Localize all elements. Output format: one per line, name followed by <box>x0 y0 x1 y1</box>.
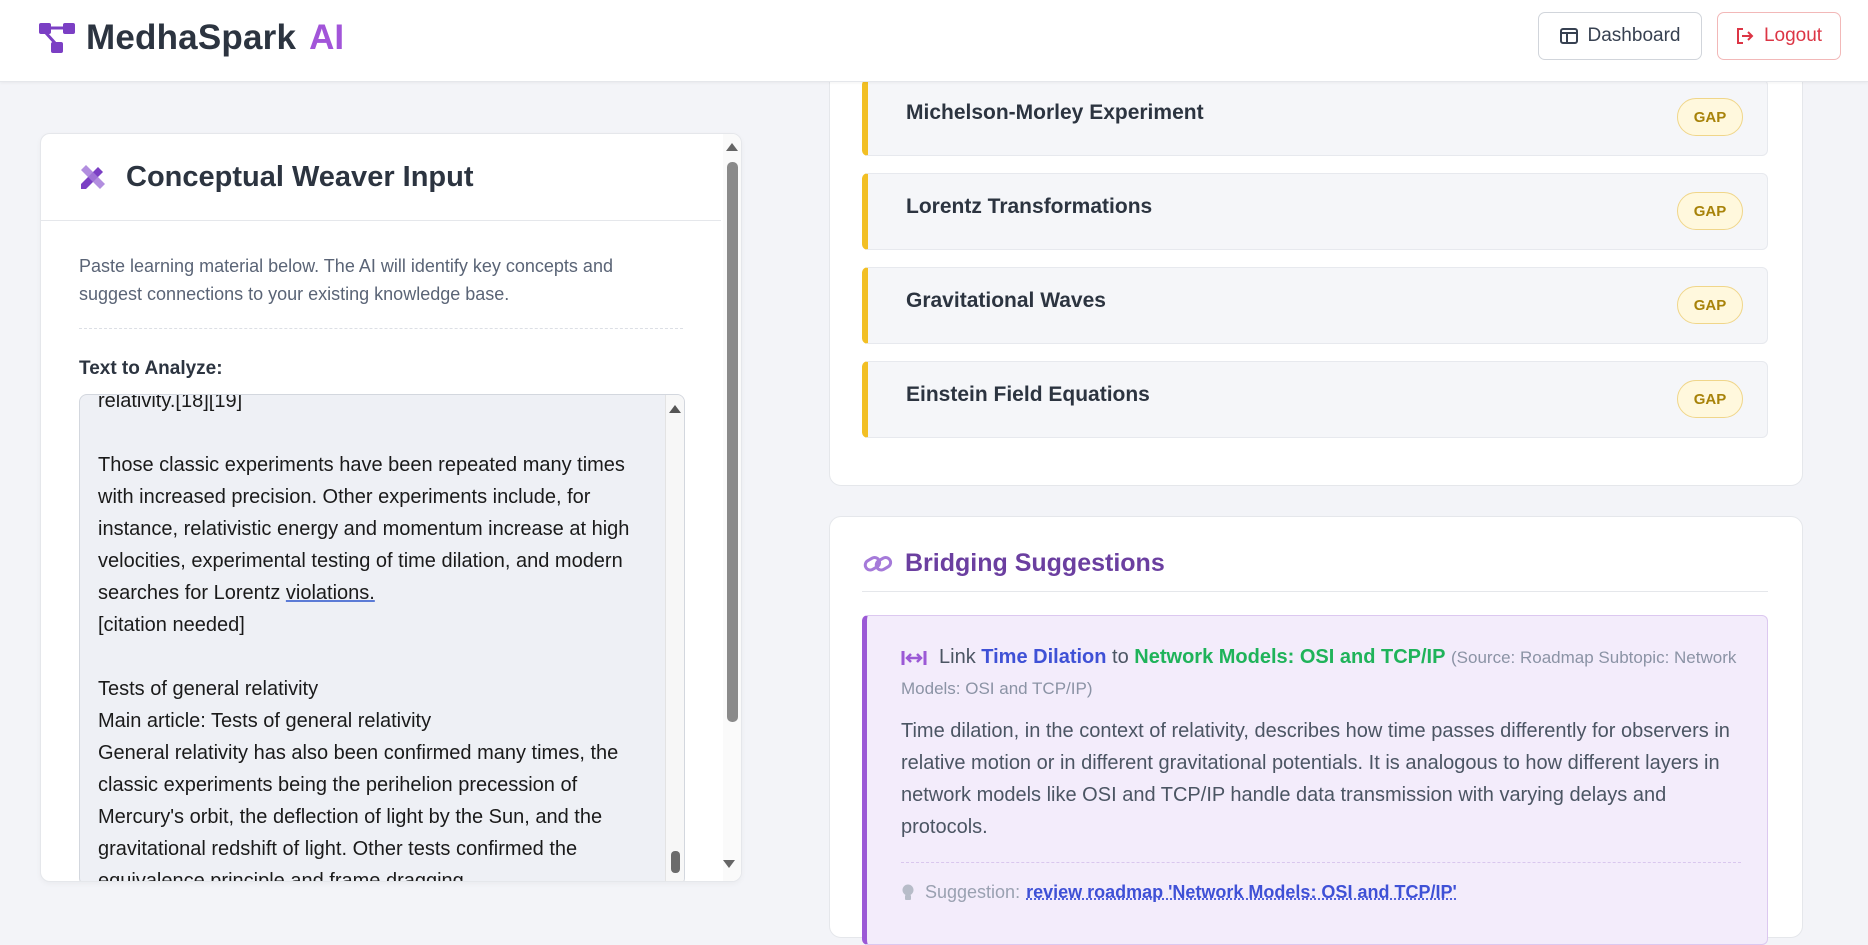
pencil-ruler-icon <box>78 162 108 192</box>
gap-name: Michelson-Morley Experiment <box>906 101 1204 125</box>
divider <box>901 862 1741 863</box>
logout-icon <box>1736 28 1754 44</box>
suggestion-body: Time dilation, in the context of relativ… <box>901 715 1751 843</box>
brand-name: MedhaSpark <box>86 18 296 58</box>
divider <box>79 328 683 329</box>
scroll-down-arrow-icon[interactable] <box>723 860 735 868</box>
gap-name: Gravitational Waves <box>906 289 1106 313</box>
text-part: relativity.[18][19] Those classic experi… <box>98 394 635 604</box>
arrows-bridge-icon <box>901 650 927 666</box>
textarea-content: relativity.[18][19] Those classic experi… <box>98 394 648 882</box>
gap-name: Einstein Field Equations <box>906 383 1150 407</box>
logout-label: Logout <box>1764 25 1822 47</box>
network-logo-icon <box>38 21 76 55</box>
bridging-suggestions-card: Bridging Suggestions Link Time Dilation … <box>829 516 1803 938</box>
panel-scrollbar[interactable] <box>723 134 741 881</box>
dashboard-label: Dashboard <box>1588 25 1681 47</box>
bridging-suggestion: Link Time Dilation to Network Models: OS… <box>862 615 1768 945</box>
knowledge-gaps-card: Michelson-Morley Experiment GAP Lorentz … <box>829 40 1803 486</box>
concept-to: Network Models: OSI and TCP/IP <box>1134 646 1445 668</box>
bridging-title: Bridging Suggestions <box>905 549 1165 578</box>
panel-header: Conceptual Weaver Input <box>41 134 721 221</box>
gap-badge: GAP <box>1677 286 1743 324</box>
divider <box>862 591 1768 592</box>
gap-name: Lorentz Transformations <box>906 195 1152 219</box>
lightbulb-icon <box>901 884 915 902</box>
text-to-analyze-label: Text to Analyze: <box>79 358 223 380</box>
logout-button[interactable]: Logout <box>1717 12 1841 60</box>
bridging-header: Bridging Suggestions <box>863 549 1165 578</box>
gap-item[interactable]: Einstein Field Equations GAP <box>862 361 1768 438</box>
analysis-textarea[interactable]: relativity.[18][19] Those classic experi… <box>79 394 685 882</box>
textarea-scroll-thumb[interactable] <box>671 851 680 873</box>
suggestion-link-line: Link Time Dilation to Network Models: OS… <box>901 642 1751 704</box>
top-navbar: MedhaSpark AI Dashboard Logout <box>0 0 1868 82</box>
conceptual-weaver-panel: Conceptual Weaver Input Paste learning m… <box>40 133 742 882</box>
link-word: Link <box>939 646 976 668</box>
dashboard-icon <box>1560 28 1578 44</box>
concept-from: Time Dilation <box>981 646 1106 668</box>
tip-prefix: Suggestion: <box>925 882 1020 903</box>
gap-item[interactable]: Michelson-Morley Experiment GAP <box>862 79 1768 156</box>
gap-badge: GAP <box>1677 98 1743 136</box>
suggestion-tip: Suggestion: review roadmap 'Network Mode… <box>901 882 1457 903</box>
spellcheck-word: violations. <box>286 582 375 604</box>
brand[interactable]: MedhaSpark AI <box>38 16 344 60</box>
link-chain-icon <box>863 552 893 576</box>
scroll-up-arrow-icon[interactable] <box>726 143 738 151</box>
text-part: [citation needed] Tests of general relat… <box>98 614 624 882</box>
roadmap-link[interactable]: review roadmap 'Network Models: OSI and … <box>1026 882 1457 903</box>
panel-description: Paste learning material below. The AI wi… <box>79 252 679 308</box>
gap-badge: GAP <box>1677 192 1743 230</box>
dashboard-button[interactable]: Dashboard <box>1538 12 1702 60</box>
brand-ai: AI <box>309 18 344 58</box>
gap-item[interactable]: Gravitational Waves GAP <box>862 267 1768 344</box>
panel-title: Conceptual Weaver Input <box>126 161 474 194</box>
gap-badge: GAP <box>1677 380 1743 418</box>
panel-scroll-thumb[interactable] <box>727 162 738 722</box>
to-word: to <box>1112 646 1129 668</box>
scroll-up-arrow-icon[interactable] <box>669 405 681 413</box>
textarea-scrollbar[interactable] <box>665 395 684 882</box>
gap-item[interactable]: Lorentz Transformations GAP <box>862 173 1768 250</box>
